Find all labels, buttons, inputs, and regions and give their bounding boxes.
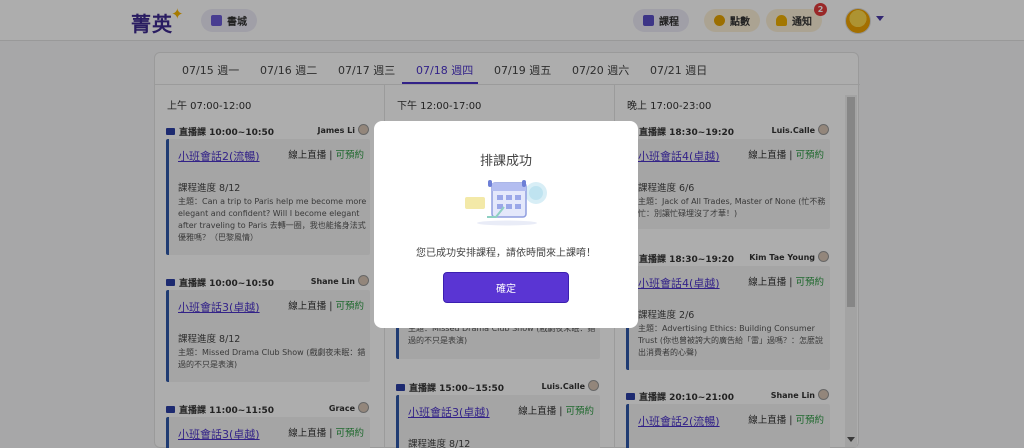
dialog-title: 排課成功 [479, 154, 532, 169]
calendar-illustration-icon [465, 180, 547, 226]
dialog-message: 您已成功安排課程，請依時間來上課唷！ [416, 248, 596, 259]
confirm-button[interactable]: 確定 [443, 272, 569, 303]
success-dialog: 排課成功 您已成功安排課程，請依時間來上課唷！ 確定 [374, 121, 638, 328]
